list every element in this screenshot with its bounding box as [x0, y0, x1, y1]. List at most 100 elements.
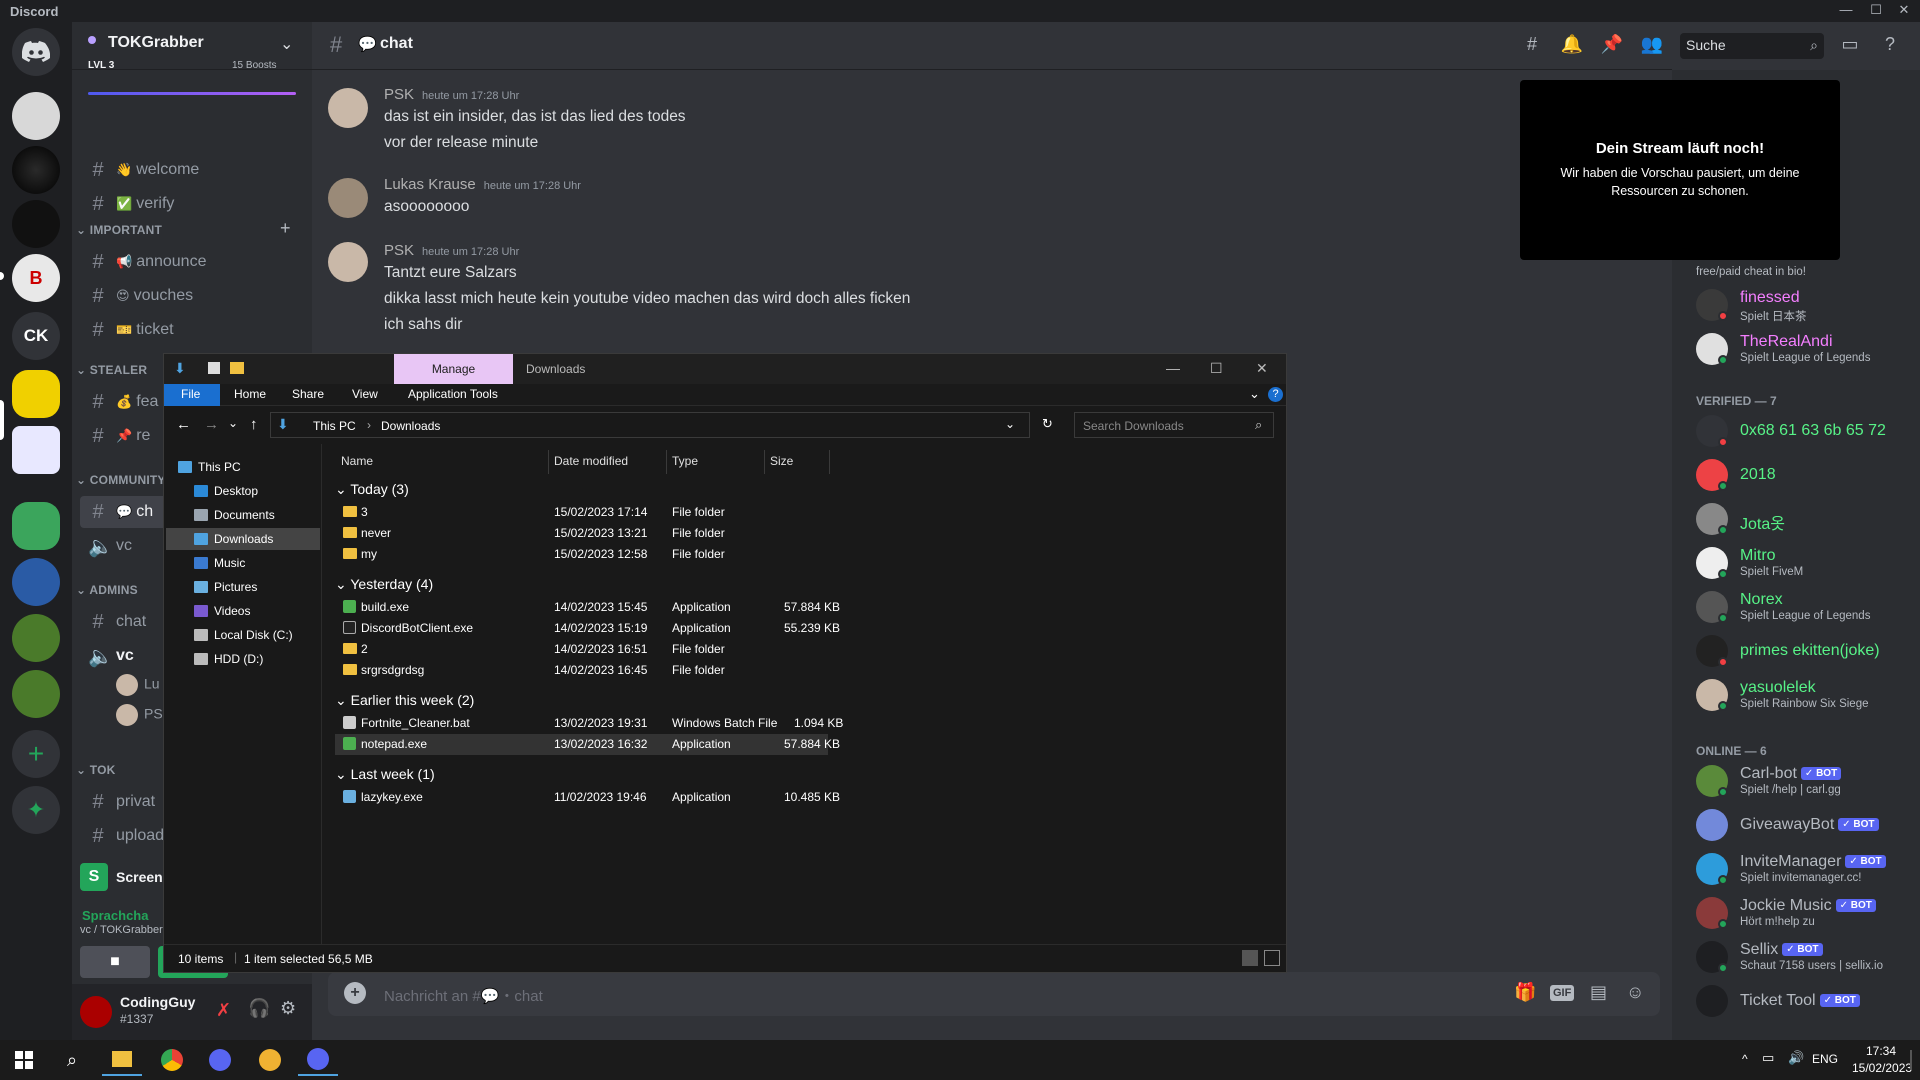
server-icon-3[interactable] — [12, 200, 60, 248]
server-icon-8[interactable] — [12, 614, 60, 662]
category-stealer[interactable]: ⌄ STEALER — [76, 363, 147, 377]
ribbon-expand-icon[interactable]: ⌄ — [1249, 386, 1260, 402]
file-row[interactable]: srgrsdgrdsg 14/02/2023 16:45 File folder — [335, 660, 935, 681]
language-indicator[interactable]: ENG — [1812, 1052, 1838, 1066]
add-channel-icon[interactable]: + — [280, 218, 291, 239]
category-tok[interactable]: ⌄ TOK — [76, 763, 116, 777]
voice-channel[interactable]: vc / TOKGrabber — [80, 924, 163, 936]
column-date-modified[interactable]: Date modified — [554, 454, 628, 468]
member-ticket-tool[interactable]: Ticket Tool ✓ BOT — [1696, 980, 1916, 1022]
member-verified-2[interactable]: 2018 — [1696, 454, 1916, 496]
address-bar[interactable]: ⬇ This PC › Downloads ⌄ — [270, 412, 1030, 438]
member-verified-6[interactable]: primes ekitten(joke) — [1696, 630, 1916, 672]
avatar[interactable] — [328, 242, 368, 282]
tab-view[interactable]: View — [352, 387, 378, 401]
vc-user-2[interactable]: PS — [116, 704, 163, 726]
help-icon[interactable]: ? — [1268, 387, 1283, 402]
server-icon-ck[interactable]: CK — [12, 312, 60, 360]
member-finessed[interactable]: finessed Spielt 日本茶 — [1696, 284, 1916, 326]
explorer-maximize-button[interactable]: ☐ — [1210, 360, 1223, 377]
minimize-button[interactable]: — — [1832, 2, 1860, 20]
category-community[interactable]: ⌄ COMMUNITY — [76, 473, 166, 487]
member-verified-1[interactable]: 0x68 61 63 6b 65 72 — [1696, 410, 1916, 452]
settings-gear-icon[interactable]: ⚙ — [280, 998, 296, 1019]
mute-icon[interactable]: ✗ — [216, 1000, 231, 1021]
search-input[interactable]: Suche ⌕ — [1680, 33, 1824, 59]
pin-icon[interactable]: 📌 — [1600, 34, 1624, 58]
server-icon-2[interactable] — [12, 146, 60, 194]
file-row[interactable]: never 15/02/2023 13:21 File folder — [335, 523, 935, 544]
channel-announce[interactable]: # 📢 announce — [80, 246, 304, 278]
server-icon-1[interactable] — [12, 92, 60, 140]
member-jockie-music[interactable]: Jockie Music ✓ BOT Hört m!help zu — [1696, 892, 1916, 934]
refresh-icon[interactable]: ↻ — [1042, 416, 1053, 432]
nav-downloads[interactable]: Downloads — [166, 528, 320, 550]
avatar[interactable] — [328, 88, 368, 128]
member-verified-7[interactable]: yasuolelek Spielt Rainbow Six Siege — [1696, 674, 1916, 716]
tab-manage[interactable]: Manage — [394, 354, 513, 384]
gif-icon[interactable]: GIF — [1550, 985, 1575, 1001]
close-button[interactable]: ✕ — [1890, 2, 1918, 20]
channel-verify[interactable]: # ✅ verify — [80, 188, 304, 220]
file-row[interactable]: DiscordBotClient.exe 14/02/2023 15:19 Appl… — [335, 618, 935, 639]
forward-arrow-icon[interactable]: → — [204, 416, 219, 433]
column-type[interactable]: Type — [672, 454, 698, 468]
member-invitemanager[interactable]: InviteManager ✓ BOT Spielt invitemanager.c… — [1696, 848, 1916, 890]
member-giveawaybot[interactable]: GiveawayBot ✓ BOT — [1696, 804, 1916, 846]
inbox-icon[interactable]: ▭ — [1838, 34, 1862, 58]
clock-date[interactable]: 15/02/2023 — [1852, 1061, 1912, 1075]
explorer-close-button[interactable]: ✕ — [1256, 360, 1268, 377]
explorer-search-input[interactable]: Search Downloads ⌕ — [1074, 412, 1274, 438]
server-icon-paypal[interactable] — [12, 426, 60, 474]
member-therealandi[interactable]: TheRealAndi Spielt League of Legends — [1696, 328, 1916, 370]
network-icon[interactable]: ▭ — [1762, 1050, 1774, 1066]
column-name[interactable]: Name — [341, 454, 373, 468]
category-important[interactable]: ⌄ IMPORTANT — [76, 223, 162, 237]
sticker-icon[interactable]: ▤ — [1590, 982, 1607, 1003]
details-view-icon[interactable] — [1242, 950, 1258, 966]
clock-time[interactable]: 17:34 — [1866, 1044, 1896, 1058]
group-earlier-this-week[interactable]: ⌄ Earlier this week (2) — [335, 692, 474, 709]
properties-icon[interactable] — [208, 362, 220, 374]
member-verified-4[interactable]: Mitro Spielt FiveM — [1696, 542, 1916, 584]
address-dropdown-icon[interactable]: ⌄ — [1005, 417, 1015, 431]
help-icon[interactable]: ? — [1878, 34, 1902, 58]
search-icon[interactable]: ⌕ — [52, 1044, 92, 1076]
tab-home[interactable]: Home — [234, 387, 266, 401]
group-today[interactable]: ⌄ Today (3) — [335, 481, 409, 498]
threads-icon[interactable]: # — [1520, 34, 1544, 58]
server-boosts[interactable]: 15 Boosts — [232, 60, 276, 71]
file-row[interactable]: Fortnite_Cleaner.bat 13/02/2023 19:31 Wind… — [335, 713, 935, 734]
chrome-icon[interactable] — [152, 1044, 192, 1076]
column-size[interactable]: Size — [770, 454, 793, 468]
explorer-minimize-button[interactable]: — — [1166, 360, 1180, 376]
file-row[interactable]: my 15/02/2023 12:58 File folder — [335, 544, 935, 565]
breadcrumb-downloads[interactable]: Downloads — [381, 419, 440, 433]
stream-preview-paused[interactable]: Dein Stream läuft noch! Wir haben die Vo… — [1520, 80, 1840, 260]
new-folder-icon[interactable] — [230, 362, 244, 374]
volume-icon[interactable]: 🔊 — [1788, 1050, 1804, 1066]
server-icon-4[interactable]: B — [12, 254, 60, 302]
discord-ptb-icon[interactable] — [298, 1044, 338, 1076]
attach-plus-icon[interactable]: + — [344, 982, 366, 1004]
add-server-button[interactable]: + — [12, 730, 60, 778]
group-last-week[interactable]: ⌄ Last week (1) — [335, 766, 435, 783]
category-admins[interactable]: ⌄ ADMINS — [76, 583, 138, 597]
tab-application-tools[interactable]: Application Tools — [408, 387, 498, 401]
discord-taskbar-icon[interactable] — [200, 1044, 240, 1076]
avatar[interactable] — [328, 178, 368, 218]
file-row[interactable]: lazykey.exe 11/02/2023 19:46 Application 10… — [335, 787, 935, 808]
channel-ticket[interactable]: # 🎫 ticket — [80, 314, 304, 346]
discord-home-button[interactable] — [12, 28, 60, 76]
server-header[interactable]: TOKGrabber ⌄ LVL 3 15 Boosts — [72, 22, 312, 71]
nav-videos[interactable]: Videos — [194, 600, 250, 622]
nav-local-disk-c[interactable]: Local Disk (C:) — [194, 624, 293, 646]
nav-documents[interactable]: Documents — [194, 504, 275, 526]
server-icon-6[interactable] — [12, 502, 60, 550]
tiles-view-icon[interactable] — [1264, 950, 1280, 966]
discord-canary-icon[interactable] — [250, 1044, 290, 1076]
server-icon-7[interactable] — [12, 558, 60, 606]
headphones-icon[interactable]: 🎧 — [248, 998, 270, 1019]
maximize-button[interactable]: ☐ — [1862, 2, 1890, 20]
group-yesterday[interactable]: ⌄ Yesterday (4) — [335, 576, 433, 593]
